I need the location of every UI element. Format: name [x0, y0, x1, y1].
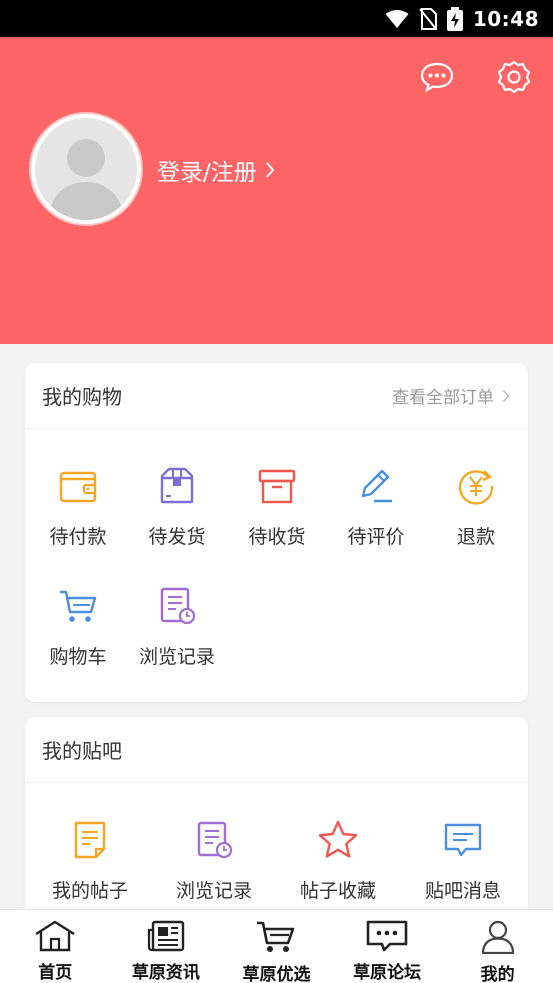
- tieba-card-header: 我的贴吧: [25, 717, 528, 783]
- tieba-messages-label: 贴吧消息: [424, 880, 501, 902]
- chat-bubble-icon: [420, 62, 454, 92]
- cart-icon: [257, 921, 295, 952]
- wallet-icon: [59, 471, 97, 503]
- tab-news-label: 草原资讯: [131, 963, 200, 983]
- battery-charging-icon: [446, 6, 463, 31]
- shopping-card: 我的购物 查看全部订单 待付款 待发货 待收货 待评价 退款 购物车 浏览记录: [25, 363, 528, 702]
- tab-selection[interactable]: 草原优选: [221, 910, 332, 983]
- view-all-orders-link[interactable]: 查看全部订单: [392, 383, 510, 408]
- pending-shipment-label: 待发货: [148, 526, 206, 548]
- status-bar: 10:48: [0, 0, 553, 37]
- home-icon: [35, 920, 75, 952]
- shopping-cart-label: 购物车: [49, 646, 107, 668]
- tieba-browse-history-item[interactable]: 浏览记录: [164, 818, 264, 903]
- tab-mine[interactable]: 我的: [442, 910, 553, 983]
- profile-header: 登录/注册: [0, 37, 553, 344]
- message-icon: [444, 823, 482, 857]
- tab-selection-label: 草原优选: [242, 965, 311, 983]
- tab-mine-label: 我的: [480, 965, 515, 983]
- chevron-right-icon: [265, 162, 275, 178]
- refund-label: 退款: [456, 526, 495, 548]
- history-document-icon: [160, 587, 196, 625]
- newspaper-icon: [147, 920, 185, 952]
- pending-review-label: 待评价: [347, 526, 405, 548]
- login-register-label: 登录/注册: [157, 160, 257, 186]
- pending-receipt-label: 待收货: [248, 526, 306, 548]
- browse-history-item[interactable]: 浏览记录: [127, 584, 227, 669]
- pending-shipment-item[interactable]: 待发货: [127, 464, 227, 549]
- bottom-tab-bar: 首页 草原资讯 草原优选 草原论坛 我的: [0, 909, 553, 983]
- tab-home[interactable]: 首页: [0, 910, 111, 983]
- tieba-card: 我的贴吧 我的帖子 浏览记录 帖子收藏 贴吧消息: [25, 717, 528, 917]
- pending-payment-label: 待付款: [49, 526, 107, 548]
- refund-item[interactable]: 退款: [426, 464, 526, 549]
- messages-button[interactable]: [419, 59, 455, 95]
- tab-news[interactable]: 草原资讯: [111, 910, 222, 983]
- tab-forum-label: 草原论坛: [353, 963, 422, 983]
- wifi-icon: [385, 9, 409, 28]
- pending-receipt-item[interactable]: 待收货: [227, 464, 327, 549]
- pending-review-item[interactable]: 待评价: [326, 464, 426, 549]
- status-time: 10:48: [472, 6, 539, 31]
- post-document-icon: [74, 821, 106, 859]
- no-sim-icon: [419, 7, 437, 30]
- user-icon: [481, 920, 514, 954]
- tieba-messages-item[interactable]: 贴吧消息: [413, 818, 513, 903]
- post-favorites-label: 帖子收藏: [299, 880, 376, 902]
- package-box-icon: [160, 467, 194, 504]
- shopping-card-header: 我的购物 查看全部订单: [25, 363, 528, 429]
- pending-payment-item[interactable]: 待付款: [28, 464, 128, 549]
- post-favorites-item[interactable]: 帖子收藏: [288, 818, 388, 903]
- my-posts-item[interactable]: 我的帖子: [40, 818, 140, 903]
- delivery-box-icon: [258, 469, 296, 504]
- gear-icon: [497, 60, 531, 94]
- forum-chat-icon: [366, 920, 408, 952]
- avatar[interactable]: [31, 114, 141, 224]
- settings-button[interactable]: [496, 59, 532, 95]
- chevron-right-icon: [502, 389, 510, 402]
- yen-refund-icon: [458, 470, 494, 505]
- history-document-icon: [197, 821, 233, 859]
- tab-forum[interactable]: 草原论坛: [332, 910, 443, 983]
- tieba-title: 我的贴吧: [42, 739, 122, 763]
- tab-home-label: 首页: [38, 963, 73, 983]
- view-all-orders-label: 查看全部订单: [392, 388, 494, 408]
- tieba-browse-history-label: 浏览记录: [175, 880, 252, 902]
- my-posts-label: 我的帖子: [51, 880, 128, 902]
- shopping-title: 我的购物: [42, 385, 122, 409]
- default-user-avatar-icon: [49, 139, 123, 220]
- pen-review-icon: [361, 469, 392, 503]
- login-register-link[interactable]: 登录/注册: [157, 153, 275, 187]
- shopping-cart-icon: [60, 590, 97, 622]
- shopping-cart-item[interactable]: 购物车: [28, 584, 128, 669]
- star-icon: [318, 820, 358, 858]
- browse-history-label: 浏览记录: [138, 646, 215, 668]
